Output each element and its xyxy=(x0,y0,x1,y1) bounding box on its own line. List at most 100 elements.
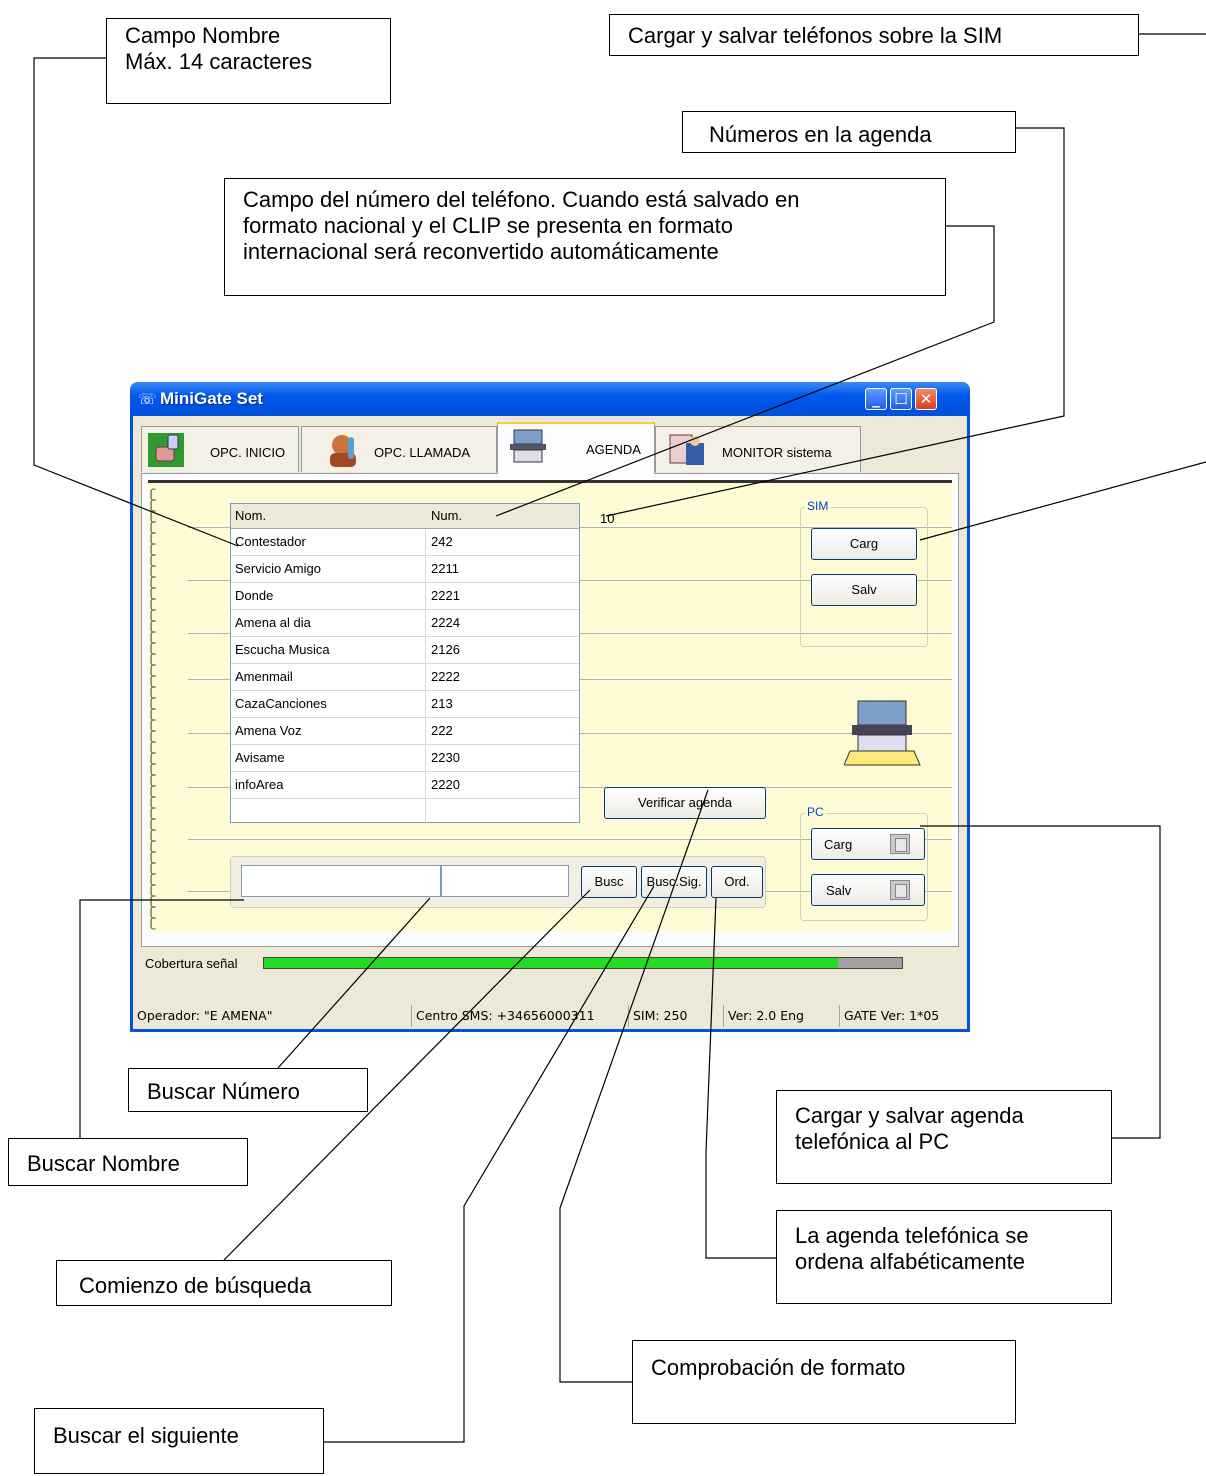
hand-phone-icon xyxy=(148,433,184,467)
sort-button[interactable]: Ord. xyxy=(711,866,763,898)
table-row[interactable]: infoArea 2220 xyxy=(231,771,579,799)
table-row[interactable]: Escucha Musica 2126 xyxy=(231,636,579,664)
status-sim: SIM: 250 xyxy=(628,1005,687,1027)
column-header-number[interactable]: Num. xyxy=(431,508,462,523)
cell-name[interactable]: Amenmail xyxy=(235,669,293,684)
callout-numeros-text: Números en la agenda xyxy=(709,122,932,147)
search-number-input[interactable] xyxy=(441,865,569,897)
cell-number[interactable]: 2221 xyxy=(431,588,460,603)
cell-number[interactable]: 2126 xyxy=(431,642,460,657)
status-bar: Operador: "E AMENA" Centro SMS: +3465600… xyxy=(133,1003,967,1029)
callout-nombre-line1: Campo Nombre xyxy=(125,23,281,48)
callout-comprobacion-text: Comprobación de formato xyxy=(651,1355,906,1380)
callout-buscar-nombre: Buscar Nombre xyxy=(8,1138,248,1186)
callout-comprobacion: Comprobación de formato xyxy=(632,1340,1016,1424)
minigate-window: ☏ MiniGate Set _ ☐ ✕ OPC. INICIO OPC. LL… xyxy=(130,382,970,1032)
cell-number[interactable]: 2224 xyxy=(431,615,460,630)
signal-bar xyxy=(263,957,903,969)
title-bar[interactable]: ☏ MiniGate Set _ ☐ ✕ xyxy=(130,382,970,416)
table-row[interactable]: CazaCanciones 213 xyxy=(231,690,579,718)
cell-number[interactable]: 2211 xyxy=(431,561,459,576)
floppy-disk-icon xyxy=(890,880,910,900)
entry-count: 10 xyxy=(600,511,615,526)
status-version: Ver: 2.0 Eng xyxy=(723,1005,804,1027)
tab-monitor-sistema-label: MONITOR sistema xyxy=(722,445,832,460)
cell-name[interactable]: CazaCanciones xyxy=(235,696,327,711)
table-row[interactable]: Amena Voz 222 xyxy=(231,717,579,745)
cell-name[interactable]: Amena al dia xyxy=(235,615,311,630)
pc-load-button[interactable]: Carg xyxy=(811,828,925,860)
sim-group: SIM Carg Salv xyxy=(800,499,928,647)
tab-opc-inicio-label: OPC. INICIO xyxy=(210,445,286,460)
callout-ordena: La agenda telefónica se ordena alfabétic… xyxy=(776,1210,1112,1304)
callout-pc-line2: telefónica al PC xyxy=(795,1129,950,1154)
table-row[interactable]: Avisame 2230 xyxy=(231,744,579,772)
callout-siguiente-text: Buscar el siguiente xyxy=(53,1423,239,1448)
cell-number[interactable]: 242 xyxy=(431,534,453,549)
caller-icon xyxy=(330,435,356,467)
window-client: OPC. INICIO OPC. LLAMADA AGENDA MONITOR … xyxy=(133,416,967,1029)
cell-number[interactable]: 213 xyxy=(431,696,453,711)
cell-number[interactable]: 2230 xyxy=(431,750,460,765)
table-row[interactable]: Amena al dia 2224 xyxy=(231,609,579,637)
table-header: Nom. Num. xyxy=(231,504,579,529)
floppy-disk-icon xyxy=(890,834,910,854)
pc-group-legend: PC xyxy=(805,805,826,819)
maximize-icon: ☐ xyxy=(894,390,908,408)
callout-telefono-line2: formato nacional y el CLIP se presenta e… xyxy=(243,213,733,238)
callout-buscar-numero-text: Buscar Número xyxy=(147,1079,300,1104)
table-row[interactable]: Servicio Amigo 2211 xyxy=(231,555,579,583)
tab-opc-inicio[interactable]: OPC. INICIO xyxy=(141,426,299,472)
callout-nombre-line2: Máx. 14 caracteres xyxy=(125,49,313,74)
callout-siguiente: Buscar el siguiente xyxy=(34,1408,324,1474)
cell-number[interactable]: 2222 xyxy=(431,669,460,684)
pc-group: PC Carg Salv xyxy=(800,805,928,921)
pc-save-button[interactable]: Salv xyxy=(811,874,925,906)
table-row[interactable]: Donde 2221 xyxy=(231,582,579,610)
tab-monitor-sistema[interactable]: MONITOR sistema xyxy=(655,426,861,472)
sim-group-legend: SIM xyxy=(805,499,831,513)
cell-name[interactable]: Avisame xyxy=(235,750,285,765)
minimize-button[interactable]: _ xyxy=(865,388,887,410)
pc-load-label: Carg xyxy=(824,837,853,852)
cell-name[interactable]: Servicio Amigo xyxy=(235,561,321,576)
cell-name[interactable]: Escucha Musica xyxy=(235,642,330,657)
callout-nombre: Campo Nombre Máx. 14 caracteres xyxy=(106,18,391,104)
cell-name[interactable]: Amena Voz xyxy=(235,723,302,738)
table-row[interactable]: Amenmail 2222 xyxy=(231,663,579,691)
maximize-button[interactable]: ☐ xyxy=(890,388,912,410)
callout-telefono: Campo del número del teléfono. Cuando es… xyxy=(224,178,946,296)
search-next-button[interactable]: Busc.Sig. xyxy=(641,866,707,898)
status-sms-center: Centro SMS: +34656000311 xyxy=(411,1005,595,1027)
column-header-name[interactable]: Nom. xyxy=(235,508,266,523)
search-area: Busc Busc.Sig. Ord. xyxy=(230,856,766,908)
cell-number[interactable]: 2220 xyxy=(431,777,460,792)
agenda-book-icon xyxy=(844,700,921,766)
callout-telefono-line1: Campo del número del teléfono. Cuando es… xyxy=(243,187,800,212)
signal-row: Cobertura señal xyxy=(133,950,967,978)
table-row[interactable]: Contestador 242 xyxy=(231,528,579,556)
signal-bar-fill xyxy=(264,958,839,968)
sim-load-button[interactable]: Carg xyxy=(811,528,917,560)
callout-ordena-line1: La agenda telefónica se xyxy=(795,1223,1029,1248)
tab-opc-llamada[interactable]: OPC. LLAMADA xyxy=(301,426,497,472)
callout-sim: Cargar y salvar teléfonos sobre la SIM xyxy=(609,14,1139,56)
minimize-icon: _ xyxy=(872,390,880,408)
callout-sim-text: Cargar y salvar teléfonos sobre la SIM xyxy=(628,23,1003,48)
sim-save-button[interactable]: Salv xyxy=(811,574,917,606)
cell-name[interactable]: Donde xyxy=(235,588,273,603)
callout-numeros: Números en la agenda xyxy=(682,111,1016,153)
callout-buscar-nombre-text: Buscar Nombre xyxy=(27,1151,180,1176)
verify-agenda-button[interactable]: Verificar agenda xyxy=(604,787,766,819)
callout-comienzo-text: Comienzo de búsqueda xyxy=(79,1273,312,1298)
tab-agenda[interactable]: AGENDA xyxy=(497,422,655,474)
cell-name[interactable]: infoArea xyxy=(235,777,283,792)
search-name-input[interactable] xyxy=(241,865,441,897)
close-button[interactable]: ✕ xyxy=(915,388,937,410)
cell-name[interactable]: Contestador xyxy=(235,534,306,549)
cell-number[interactable]: 222 xyxy=(431,723,453,738)
search-button[interactable]: Busc xyxy=(581,866,637,898)
signal-label: Cobertura señal xyxy=(145,956,238,971)
agenda-panel: ʗ ʗ ʗ ʗ ʗ ʗ ʗ ʗ ʗ ʗ ʗ ʗ ʗ ʗ ʗ ʗ ʗ ʗ ʗ ʗ … xyxy=(141,473,959,947)
notebook-paper: ʗ ʗ ʗ ʗ ʗ ʗ ʗ ʗ ʗ ʗ ʗ ʗ ʗ ʗ ʗ ʗ ʗ ʗ ʗ ʗ … xyxy=(148,480,952,932)
